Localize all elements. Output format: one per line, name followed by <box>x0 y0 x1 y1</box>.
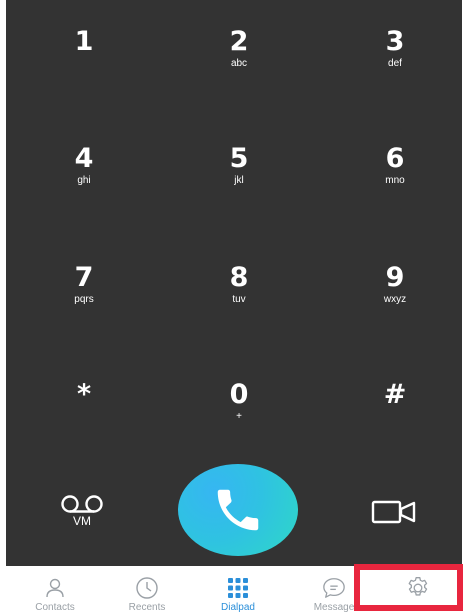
person-icon <box>43 577 67 599</box>
tab-dialpad[interactable]: Dialpad <box>198 566 278 613</box>
video-call-button[interactable] <box>366 492 422 532</box>
key-letters: mno <box>385 175 405 186</box>
dialpad: 1 2 abc 3 def 4 ghi 5 jkl 6 mno 7 pqrs 8… <box>6 0 462 566</box>
key-letters: tuv <box>232 294 246 305</box>
key-letters: jkl <box>234 175 244 186</box>
key-digit: 2 <box>229 26 249 57</box>
dialpad-key-4[interactable]: 4 ghi <box>29 144 139 234</box>
phone-icon <box>217 489 259 531</box>
dialpad-key-8[interactable]: 8 tuv <box>184 263 294 353</box>
phone-screen: 1 2 abc 3 def 4 ghi 5 jkl 6 mno 7 pqrs 8… <box>0 0 468 613</box>
key-digit: 4 <box>74 143 94 174</box>
key-digit: 5 <box>229 143 249 174</box>
dialpad-key-9[interactable]: 9 wxyz <box>340 263 450 353</box>
key-letters: pqrs <box>74 294 94 305</box>
dialpad-key-5[interactable]: 5 jkl <box>184 144 294 234</box>
key-letters: def <box>388 58 402 69</box>
dialpad-key-star[interactable]: * <box>29 380 139 470</box>
call-button[interactable] <box>178 464 298 556</box>
dialpad-grid-icon <box>226 577 250 599</box>
dialpad-key-2[interactable]: 2 abc <box>184 27 294 117</box>
gear-icon <box>408 576 427 596</box>
tab-label: Dialpad <box>221 602 255 613</box>
key-letters: wxyz <box>383 294 407 305</box>
key-digit: 3 <box>385 26 405 57</box>
clock-icon <box>135 577 159 599</box>
tab-contacts[interactable]: Contacts <box>15 566 95 613</box>
voicemail-label: VM <box>73 514 91 528</box>
key-digit: 7 <box>74 262 94 293</box>
settings-button[interactable] <box>354 564 463 611</box>
key-digit: 0 <box>229 379 249 410</box>
tab-label: Recents <box>128 602 166 613</box>
dialpad-key-0[interactable]: 0 + <box>184 380 294 470</box>
key-digit: # <box>383 379 407 410</box>
video-camera-icon <box>371 500 416 524</box>
tab-label: Contacts <box>35 602 75 613</box>
key-digit: 6 <box>385 143 405 174</box>
key-digit: 9 <box>385 262 405 293</box>
dialpad-key-hash[interactable]: # <box>340 380 450 470</box>
key-letters: ghi <box>77 175 91 186</box>
dialpad-key-1[interactable]: 1 <box>29 27 139 117</box>
dialpad-key-3[interactable]: 3 def <box>340 27 450 117</box>
tab-label: Message <box>313 602 355 613</box>
tab-recents[interactable]: Recents <box>107 566 187 613</box>
key-digit: 1 <box>74 26 94 57</box>
key-letters: abc <box>230 58 248 69</box>
message-bubble-icon <box>322 577 346 599</box>
key-letters: + <box>236 411 242 422</box>
key-digit: 8 <box>229 262 249 293</box>
key-digit: * <box>76 379 92 410</box>
voicemail-icon <box>61 495 103 513</box>
dialpad-key-7[interactable]: 7 pqrs <box>29 263 139 353</box>
voicemail-button[interactable]: VM <box>52 494 112 540</box>
dialpad-key-6[interactable]: 6 mno <box>340 144 450 234</box>
